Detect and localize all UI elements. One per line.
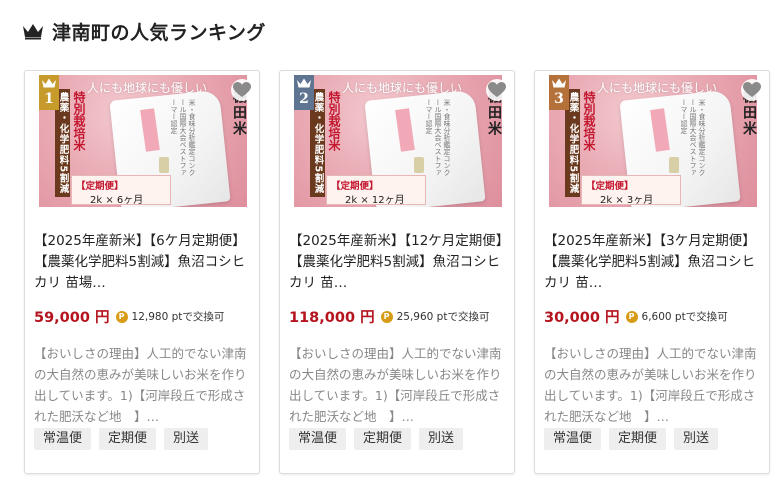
plan-detail: 2k × 6ヶ月 xyxy=(90,195,144,206)
tag-room-temperature[interactable]: 常温便 xyxy=(289,428,347,450)
product-description: 【おいしさの理由】人工的でない津南の大自然の恵みが美味しいお米を作り出しています… xyxy=(34,346,247,424)
page-title: 津南町の人気ランキング xyxy=(52,21,266,44)
product-thumbnail[interactable]: 人にも地球にも優しい 米・食味分析鑑定コンクール国際大会ベストファーマー認定 棚… xyxy=(294,75,502,207)
tag-subscription[interactable]: 定期便 xyxy=(99,428,157,450)
plan-label: 【定期便】 xyxy=(586,181,634,192)
rice-bag-window xyxy=(159,157,169,173)
point-icon: P xyxy=(115,310,128,323)
heart-icon xyxy=(233,82,251,97)
rice-bag-text: 米・食味分析鑑定コンクール国際大会ベストファーマー認定 xyxy=(425,99,451,176)
heart-icon xyxy=(743,82,761,97)
rank-badge: 1 xyxy=(39,75,59,110)
product-thumbnail[interactable]: 人にも地球にも優しい 米・食味分析鑑定コンクール国際大会ベストファーマー認定 棚… xyxy=(549,75,757,207)
tag-list: 常温便 定期便 別送 xyxy=(544,428,719,450)
tag-list: 常温便 定期便 別送 xyxy=(34,428,209,450)
tag-subscription[interactable]: 定期便 xyxy=(354,428,412,450)
crown-icon xyxy=(297,78,311,88)
point-icon: P xyxy=(380,310,393,323)
product-description: 【おいしさの理由】人工的でない津南の大自然の恵みが美味しいお米を作り出しています… xyxy=(289,346,502,424)
product-thumbnail[interactable]: 人にも地球にも優しい 米・食味分析鑑定コンクール国際大会ベストファーマー認定 棚… xyxy=(39,75,247,207)
plan-label: 【定期便】 xyxy=(76,181,124,192)
plan-box: 【定期便】 2k × 12ヶ月 xyxy=(326,175,426,206)
rank-badge: 2 xyxy=(294,75,314,110)
plan-label: 【定期便】 xyxy=(331,181,379,192)
rice-bag-text: 米・食味分析鑑定コンクール国際大会ベストファーマー認定 xyxy=(680,99,706,176)
tag-separate-shipping[interactable]: 別送 xyxy=(164,428,209,450)
special-cultivation-label: 特別栽培米 xyxy=(72,91,86,151)
product-card[interactable]: 人にも地球にも優しい 米・食味分析鑑定コンクール国際大会ベストファーマー認定 棚… xyxy=(24,70,260,474)
heart-icon xyxy=(488,82,506,97)
rank-badge: 3 xyxy=(549,75,569,110)
rice-bag-window xyxy=(414,157,424,173)
tag-room-temperature[interactable]: 常温便 xyxy=(544,428,602,450)
exchange-points: 25,960 ptで交換可 xyxy=(396,311,490,323)
product-card[interactable]: 人にも地球にも優しい 米・食味分析鑑定コンクール国際大会ベストファーマー認定 棚… xyxy=(534,70,770,474)
tag-subscription[interactable]: 定期便 xyxy=(609,428,667,450)
plan-detail: 2k × 12ヶ月 xyxy=(345,195,405,206)
tag-room-temperature[interactable]: 常温便 xyxy=(34,428,92,450)
tag-list: 常温便 定期便 別送 xyxy=(289,428,464,450)
favorite-button[interactable] xyxy=(486,79,508,101)
rank-number: 2 xyxy=(299,91,309,107)
plan-box: 【定期便】 2k × 6ヶ月 xyxy=(71,175,171,206)
price-row: 30,000 円 P 6,600 ptで交換可 xyxy=(544,306,728,327)
tag-separate-shipping[interactable]: 別送 xyxy=(674,428,719,450)
plan-box: 【定期便】 2k × 3ヶ月 xyxy=(581,175,681,206)
price-row: 59,000 円 P 12,980 ptで交換可 xyxy=(34,306,224,327)
rank-number: 3 xyxy=(554,91,564,107)
rice-bag-window xyxy=(669,157,679,173)
product-title[interactable]: 【2025年産新米】【12ケ月定期便】【農薬化学肥料5割減】魚沼コシヒカリ 苗… xyxy=(289,231,511,294)
exchange-points: 12,980 ptで交換可 xyxy=(131,311,225,323)
tag-separate-shipping[interactable]: 別送 xyxy=(419,428,464,450)
product-description: 【おいしさの理由】人工的でない津南の大自然の恵みが美味しいお米を作り出しています… xyxy=(544,346,757,424)
product-card[interactable]: 人にも地球にも優しい 米・食味分析鑑定コンクール国際大会ベストファーマー認定 棚… xyxy=(279,70,515,474)
crown-icon xyxy=(552,78,566,88)
product-title[interactable]: 【2025年産新米】【6ケ月定期便】【農薬化学肥料5割減】魚沼コシヒカリ 苗場… xyxy=(34,231,256,294)
rice-bag-text: 米・食味分析鑑定コンクール国際大会ベストファーマー認定 xyxy=(170,99,196,176)
plan-detail: 2k × 3ヶ月 xyxy=(600,195,654,206)
exchange-points: 6,600 ptで交換可 xyxy=(641,311,728,323)
product-price: 118,000 円 xyxy=(289,310,375,326)
section-header: 津南町の人気ランキング xyxy=(22,16,266,46)
rank-number: 1 xyxy=(44,91,54,107)
product-price: 30,000 円 xyxy=(544,310,620,326)
product-title[interactable]: 【2025年産新米】【3ケ月定期便】【農薬化学肥料5割減】魚沼コシヒカリ 苗… xyxy=(544,231,766,294)
crown-icon xyxy=(42,78,56,88)
special-cultivation-label: 特別栽培米 xyxy=(582,91,596,151)
favorite-button[interactable] xyxy=(741,79,763,101)
favorite-button[interactable] xyxy=(231,79,253,101)
special-cultivation-label: 特別栽培米 xyxy=(327,91,341,151)
point-icon: P xyxy=(625,310,638,323)
price-row: 118,000 円 P 25,960 ptで交換可 xyxy=(289,306,489,327)
crown-icon xyxy=(23,24,43,40)
product-price: 59,000 円 xyxy=(34,310,110,326)
